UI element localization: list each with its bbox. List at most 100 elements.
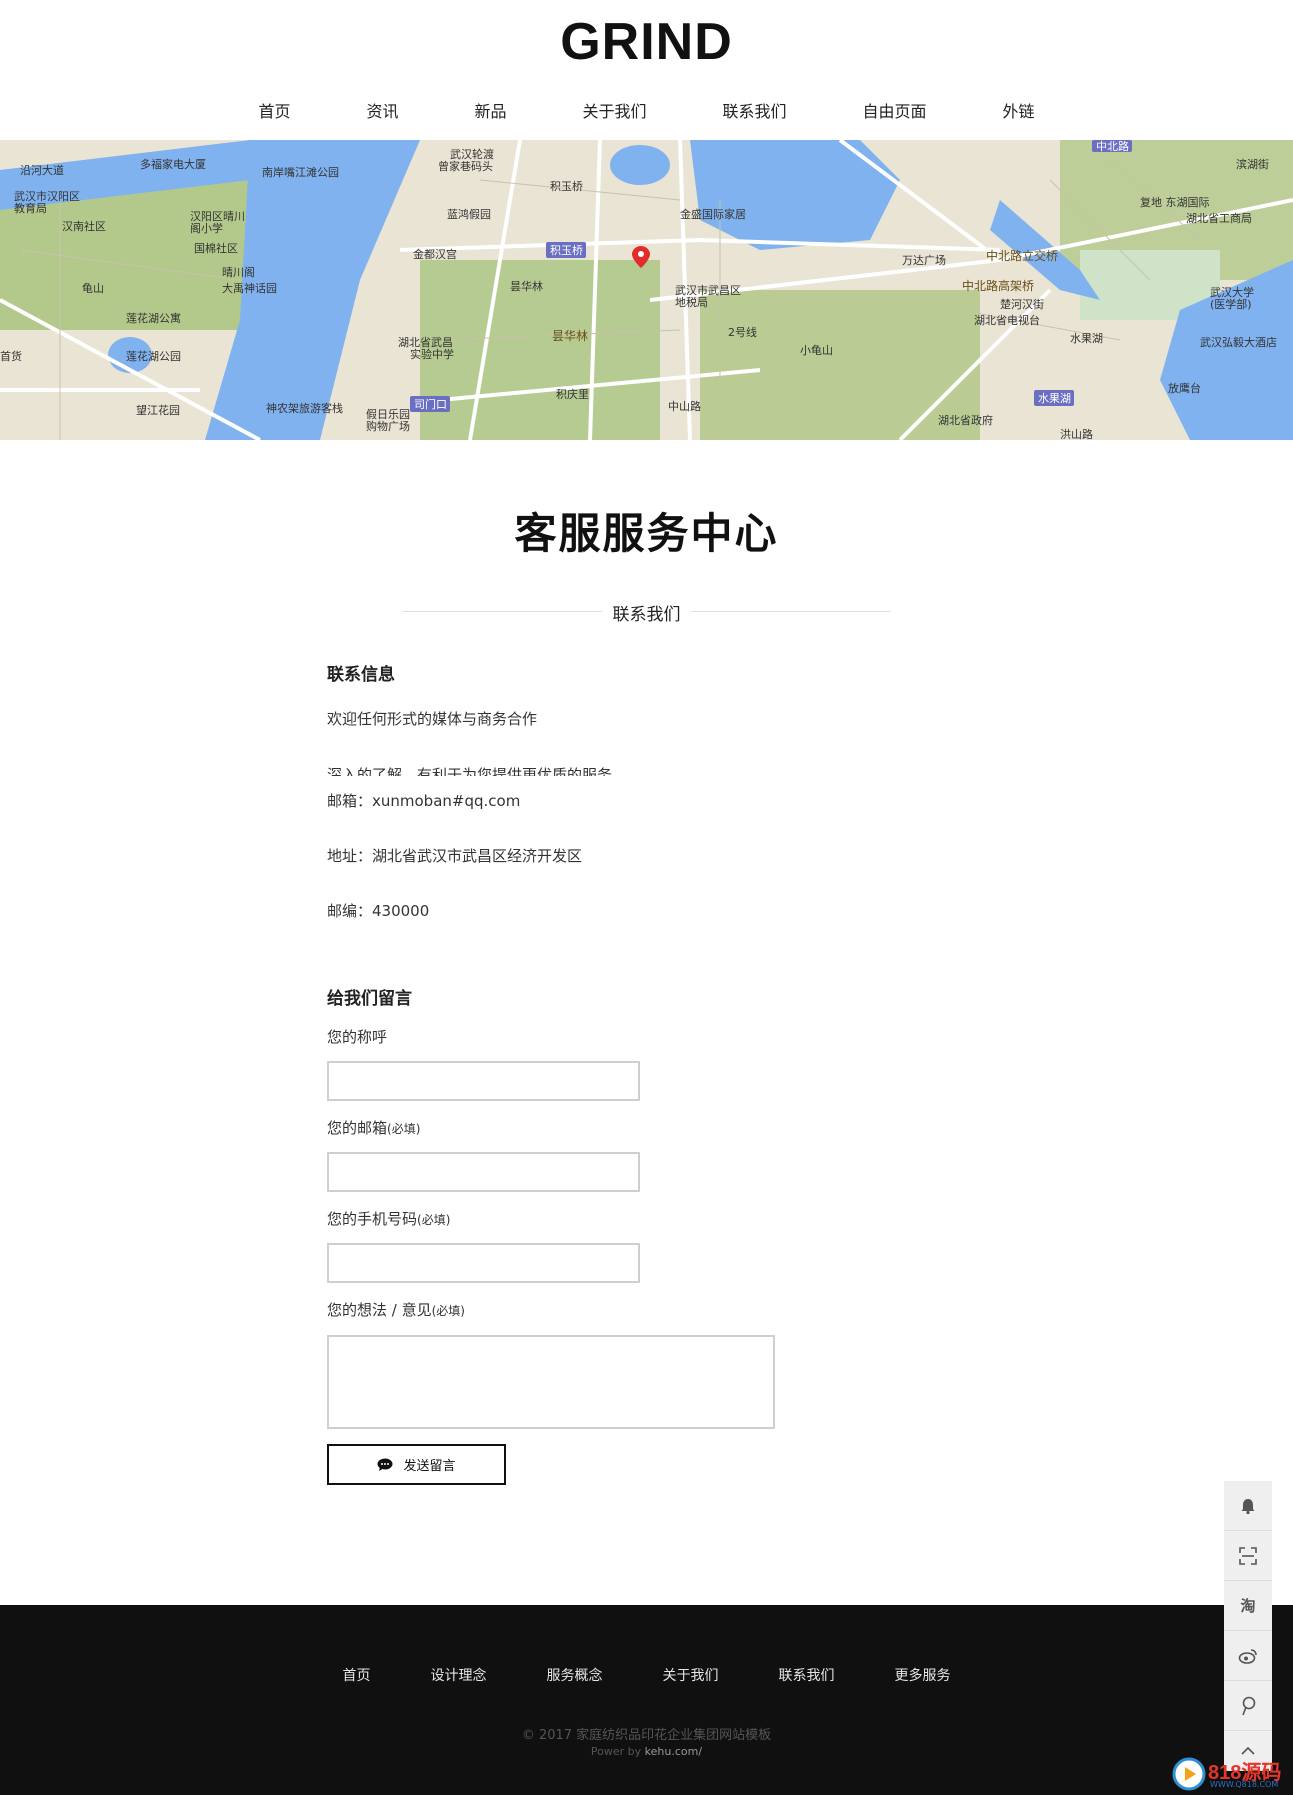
map-canvas: 沿河大道 多福家电大厦 南岸嘴江滩公园 武汉市汉阳区 教育局 汉南社区 汉阳区晴… xyxy=(0,140,1293,440)
section-divider: 联系我们 xyxy=(402,600,891,625)
svg-text:滨湖街: 滨湖街 xyxy=(1236,157,1269,171)
svg-text:中北路立交桥: 中北路立交桥 xyxy=(986,248,1058,263)
footer-nav-contact[interactable]: 联系我们 xyxy=(749,1665,865,1685)
divider-label: 联系我们 xyxy=(612,605,681,625)
required-mark: (必填) xyxy=(431,1304,465,1318)
email-input[interactable] xyxy=(327,1152,640,1192)
phone-input[interactable] xyxy=(327,1243,640,1283)
nav-item-external[interactable]: 外链 xyxy=(965,98,1073,122)
top-icon xyxy=(1241,1746,1255,1755)
message-label: 您的想法 / 意见(必填) xyxy=(327,1299,465,1320)
svg-text:水果湖: 水果湖 xyxy=(1038,392,1071,405)
svg-text:地税局: 地税局 xyxy=(675,295,708,309)
svg-text:阁小学: 阁小学 xyxy=(190,221,223,235)
site-logo[interactable]: GRIND xyxy=(0,12,1293,72)
svg-text:中北路: 中北路 xyxy=(1096,140,1129,153)
svg-text:洪山路: 洪山路 xyxy=(1060,427,1093,440)
nav-item-new-products[interactable]: 新品 xyxy=(436,98,544,122)
sidebar-weibo-button[interactable] xyxy=(1224,1631,1272,1681)
watermark-site: WWW.Q818.COM xyxy=(1210,1780,1279,1789)
svg-text:武汉市武昌区: 武汉市武昌区 xyxy=(675,283,741,297)
footer-nav-design[interactable]: 设计理念 xyxy=(401,1665,517,1685)
message-textarea[interactable] xyxy=(327,1335,775,1429)
svg-text:金都汉宫: 金都汉宫 xyxy=(413,247,457,261)
phone-label-text: 您的手机号码 xyxy=(327,1210,418,1228)
map-pin-dot xyxy=(638,251,644,257)
watermark: 818源码 WWW.Q818.COM xyxy=(1172,1756,1288,1792)
svg-text:教育局: 教育局 xyxy=(14,201,47,215)
pin-icon xyxy=(1242,1696,1256,1715)
svg-text:小龟山: 小龟山 xyxy=(800,344,833,357)
svg-text:复地 东湖国际: 复地 东湖国际 xyxy=(1140,195,1210,209)
nav-item-free-page[interactable]: 自由页面 xyxy=(825,98,965,122)
svg-text:国棉社区: 国棉社区 xyxy=(194,241,238,255)
name-label-text: 您的称呼 xyxy=(327,1028,388,1046)
svg-text:汉南社区: 汉南社区 xyxy=(62,219,106,233)
site-footer: 首页 设计理念 服务概念 关于我们 联系我们 更多服务 © 2017 家庭纺织品… xyxy=(0,1605,1293,1795)
svg-text:购物广场: 购物广场 xyxy=(366,419,410,433)
svg-text:曾家巷码头: 曾家巷码头 xyxy=(438,159,493,173)
svg-text:多福家电大厦: 多福家电大厦 xyxy=(140,157,206,171)
required-mark: (必填) xyxy=(417,1213,451,1227)
svg-text:金盛国际家居: 金盛国际家居 xyxy=(680,207,746,221)
chat-bubble-icon xyxy=(377,1458,393,1471)
svg-text:水果湖: 水果湖 xyxy=(1070,332,1103,345)
svg-text:大禹神话园: 大禹神话园 xyxy=(222,281,277,295)
bell-icon xyxy=(1241,1498,1255,1514)
svg-text:首货: 首货 xyxy=(0,349,22,363)
send-message-label: 发送留言 xyxy=(403,1458,456,1473)
nav-item-home[interactable]: 首页 xyxy=(220,98,328,122)
location-map[interactable]: 沿河大道 多福家电大厦 南岸嘴江滩公园 武汉市汉阳区 教育局 汉南社区 汉阳区晴… xyxy=(0,140,1293,440)
svg-text:武汉弘毅大酒店: 武汉弘毅大酒店 xyxy=(1200,335,1277,349)
svg-text:实验中学: 实验中学 xyxy=(410,347,454,361)
svg-text:龟山: 龟山 xyxy=(82,282,104,295)
svg-text:南岸嘴江滩公园: 南岸嘴江滩公园 xyxy=(262,165,339,179)
footer-copyright: © 2017 家庭纺织品印花企业集团网站模板 xyxy=(521,1728,772,1743)
footer-nav: 首页 设计理念 服务概念 关于我们 联系我们 更多服务 xyxy=(0,1665,1293,1685)
contact-intro: 欢迎任何形式的媒体与商务合作 xyxy=(327,710,538,728)
email-label-text: 您的邮箱 xyxy=(327,1119,388,1137)
nav-item-about[interactable]: 关于我们 xyxy=(544,98,684,122)
svg-text:望江花园: 望江花园 xyxy=(136,404,180,417)
svg-text:(医学部): (医学部) xyxy=(1210,297,1252,311)
taobao-icon: 淘 xyxy=(1240,1597,1256,1615)
footer-power-link[interactable]: kehu.com/ xyxy=(645,1745,702,1758)
message-label-text: 您的想法 / 意见 xyxy=(327,1301,432,1319)
svg-text:楚河汉街: 楚河汉街 xyxy=(1000,297,1044,311)
page-title: 客服服务中心 xyxy=(514,509,779,558)
sidebar-scan-button[interactable] xyxy=(1224,1531,1272,1581)
svg-text:武汉轮渡: 武汉轮渡 xyxy=(450,147,494,161)
footer-power: Power by kehu.com/ xyxy=(0,1745,1293,1758)
footer-nav-service[interactable]: 服务概念 xyxy=(517,1665,633,1685)
svg-text:积玉桥: 积玉桥 xyxy=(550,244,583,257)
footer-power-prefix: Power by xyxy=(590,1745,645,1758)
weibo-icon xyxy=(1238,1648,1257,1664)
sidebar-bell-button[interactable] xyxy=(1224,1481,1272,1531)
scan-icon xyxy=(1239,1546,1257,1565)
svg-text:积玉桥: 积玉桥 xyxy=(550,180,583,193)
svg-text:昙华林: 昙华林 xyxy=(510,279,543,293)
svg-text:昙华林: 昙华林 xyxy=(552,329,588,343)
nav-item-contact[interactable]: 联系我们 xyxy=(685,98,825,122)
nav-item-news[interactable]: 资讯 xyxy=(328,98,436,122)
svg-text:莲花湖公园: 莲花湖公园 xyxy=(126,350,181,363)
svg-text:司门口: 司门口 xyxy=(414,397,447,411)
main-nav: 首页 资讯 新品 关于我们 联系我们 自由页面 外链 xyxy=(0,98,1293,122)
required-mark: (必填) xyxy=(387,1122,421,1136)
contact-clipped-text: 深入的了解，有利于为您提供更优质的服务 xyxy=(327,766,613,776)
sidebar-pin-button[interactable] xyxy=(1224,1681,1272,1731)
contact-address: 地址：湖北省武汉市武昌区经济开发区 xyxy=(327,847,583,865)
sidebar-taobao-button[interactable]: 淘 xyxy=(1224,1581,1272,1631)
footer-nav-more[interactable]: 更多服务 xyxy=(865,1665,981,1685)
svg-text:万达广场: 万达广场 xyxy=(902,253,946,267)
svg-text:积庆里: 积庆里 xyxy=(556,387,589,401)
phone-label: 您的手机号码(必填) xyxy=(327,1208,450,1229)
contact-info-heading: 联系信息 xyxy=(327,665,395,685)
svg-text:武汉市汉阳区: 武汉市汉阳区 xyxy=(14,189,80,203)
send-message-button[interactable]: 发送留言 xyxy=(327,1444,506,1485)
name-input[interactable] xyxy=(327,1061,640,1101)
svg-text:晴川阁: 晴川阁 xyxy=(222,265,255,279)
svg-text:湖北省政府: 湖北省政府 xyxy=(938,413,993,427)
footer-nav-about[interactable]: 关于我们 xyxy=(633,1665,749,1685)
footer-nav-home[interactable]: 首页 xyxy=(313,1665,401,1685)
